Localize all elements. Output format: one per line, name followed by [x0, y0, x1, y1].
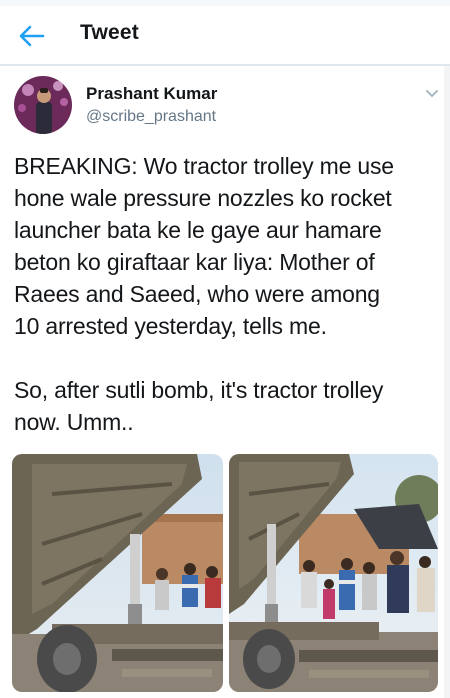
- tweet-text-line: Raees and Saeed, who were among: [14, 281, 380, 307]
- tweet-text-line: 10 arrested yesterday, tells me.: [14, 313, 327, 339]
- tweet-photo-2[interactable]: [229, 454, 438, 692]
- tweet-text: BREAKING: Wo tractor trolley me use hone…: [14, 150, 438, 438]
- arrow-left-icon: [19, 25, 45, 47]
- back-button[interactable]: [14, 18, 50, 54]
- tweet-text-line: now. Umm..: [14, 409, 134, 435]
- tweet-text-line: BREAKING: Wo tractor trolley me use: [14, 153, 394, 179]
- tweet-text-line: hone wale pressure nozzles ko rocket: [14, 185, 392, 211]
- app-header: Tweet: [0, 6, 450, 64]
- avatar-image: [14, 76, 72, 134]
- author-name[interactable]: Prashant Kumar: [86, 84, 217, 104]
- tweet-text-line: launcher bata ke le gaye aur hamare: [14, 217, 382, 243]
- tweet-photo-1[interactable]: [12, 454, 223, 692]
- author-handle[interactable]: @scribe_prashant: [86, 108, 216, 126]
- tweet-text-line: beton ko giraftaar kar liya: Mother of: [14, 249, 375, 275]
- avatar[interactable]: [14, 76, 72, 134]
- more-options-button[interactable]: [422, 84, 442, 104]
- chevron-down-icon: [426, 90, 438, 98]
- scroll-edge: [444, 66, 450, 698]
- header-divider: [0, 64, 450, 66]
- tweet-text-line: So, after sutli bomb, it's tractor troll…: [14, 377, 384, 403]
- page-title: Tweet: [80, 21, 139, 44]
